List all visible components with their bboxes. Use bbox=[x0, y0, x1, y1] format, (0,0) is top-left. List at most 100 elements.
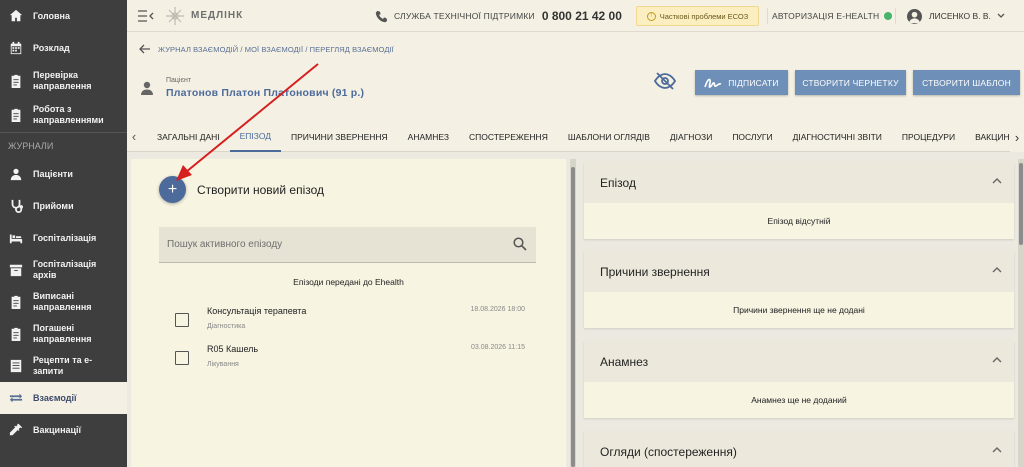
card-title: Причини звернення bbox=[600, 264, 710, 279]
tab-procedures[interactable]: ПРОЦЕДУРИ bbox=[892, 122, 965, 152]
card-header[interactable]: Огляди (спостереження) bbox=[584, 431, 1014, 467]
sidebar-item-referrals-work[interactable]: Робота з направленнями bbox=[0, 98, 127, 132]
eye-off-icon[interactable] bbox=[654, 72, 676, 90]
card-observations: Огляди (спостереження) bbox=[584, 431, 1014, 467]
warning-icon: ! bbox=[646, 11, 656, 21]
episode-checkbox[interactable] bbox=[175, 351, 189, 365]
sidebar-item-label: Прийоми bbox=[33, 200, 74, 211]
sidebar-item-appointments[interactable]: Прийоми bbox=[0, 190, 127, 222]
chevron-up-icon[interactable] bbox=[992, 356, 1002, 364]
ehealth-label: АВТОРИЗАЦІЯ E-HEALTH bbox=[772, 11, 880, 21]
sidebar-item-label: Розклад bbox=[33, 42, 70, 53]
sidebar-item-vaccinations[interactable]: Вакцинації bbox=[0, 414, 127, 446]
bed-icon bbox=[8, 230, 24, 246]
sidebar-item-label: Виписані направлення bbox=[33, 291, 92, 312]
sidebar-item-label: Головна bbox=[33, 10, 70, 21]
tab-anamnesis[interactable]: АНАМНЕЗ bbox=[398, 122, 459, 152]
create-episode-label[interactable]: Створити новий епізод bbox=[197, 183, 324, 197]
clipboard-icon bbox=[8, 294, 24, 310]
sidebar-item-label: Взаємодії bbox=[33, 392, 77, 403]
episode-type: Діагностика bbox=[207, 323, 246, 330]
logo-mark-icon bbox=[166, 6, 184, 25]
breadcrumb[interactable]: ЖУРНАЛ ВЗАЄМОДІЙ / МОЇ ВЗАЄМОДІЇ / ПЕРЕГ… bbox=[139, 44, 394, 54]
sidebar: Головна Розклад Перевірка направлення Ро… bbox=[0, 0, 127, 467]
breadcrumb-text[interactable]: ЖУРНАЛ ВЗАЄМОДІЙ / МОЇ ВЗАЄМОДІЇ / ПЕРЕГ… bbox=[158, 45, 394, 54]
sidebar-item-label: Госпіталізація архів bbox=[33, 259, 97, 280]
episode-date: 18.08.2026 18:00 bbox=[470, 306, 526, 313]
episode-row[interactable]: R05 Кашель Лікування 03.08.2026 11:15 bbox=[175, 344, 530, 378]
sidebar-item-hospitalization[interactable]: Госпіталізація bbox=[0, 222, 127, 254]
sidebar-item-redeemed-referrals[interactable]: Погашені направлення bbox=[0, 318, 127, 350]
sidebar-item-home[interactable]: Головна bbox=[0, 0, 127, 32]
patient-name[interactable]: Платонов Платон Платонович (91 р.) bbox=[166, 87, 364, 99]
chevron-up-icon[interactable] bbox=[992, 446, 1002, 454]
sidebar-item-label: Вакцинації bbox=[33, 424, 82, 435]
calendar-icon bbox=[8, 40, 24, 56]
chevron-right-icon[interactable]: › bbox=[1010, 122, 1024, 152]
logo[interactable]: МЕДЛІНК bbox=[164, 5, 243, 27]
person-icon bbox=[8, 166, 24, 182]
page-header: ЖУРНАЛ ВЗАЄМОДІЙ / МОЇ ВЗАЄМОДІЇ / ПЕРЕГ… bbox=[127, 32, 1024, 122]
chevron-left-icon[interactable]: ‹ bbox=[127, 129, 141, 144]
logo-text: МЕДЛІНК bbox=[191, 10, 244, 21]
episode-row[interactable]: Консультація терапевта Діагностика 18.08… bbox=[175, 306, 530, 340]
phone-icon bbox=[375, 10, 388, 22]
add-episode-button[interactable]: + bbox=[159, 176, 186, 203]
sidebar-item-label: Перевірка направлення bbox=[33, 70, 92, 91]
sidebar-item-label: Рецепти та е-запити bbox=[33, 355, 93, 376]
card-header[interactable]: Епізод bbox=[584, 162, 1014, 203]
card-body: Анамнез ще не доданий bbox=[751, 395, 847, 405]
clipboard-icon bbox=[8, 107, 24, 123]
sidebar-item-patients[interactable]: Пацієнти bbox=[0, 158, 127, 190]
support-label: СЛУЖБА ТЕХНІЧНОЇ ПІДТРИМКИ bbox=[394, 11, 535, 21]
right-panel-scrollbar[interactable] bbox=[1018, 159, 1024, 467]
user-menu[interactable]: ЛИСЕНКО В. В. bbox=[907, 0, 1005, 32]
esoz-warning-badge[interactable]: ! Часткові проблеми ЕСОЗ bbox=[636, 6, 759, 26]
card-title: Епізод bbox=[600, 175, 636, 190]
episode-checkbox[interactable] bbox=[175, 313, 189, 327]
sidebar-item-label: Пацієнти bbox=[33, 168, 73, 179]
sidebar-section-journals: ЖУРНАЛИ bbox=[0, 132, 127, 158]
tab-diagnostic-reports[interactable]: ДІАГНОСТИЧНІ ЗВІТИ bbox=[783, 122, 892, 152]
card-header[interactable]: Анамнез bbox=[584, 341, 1014, 382]
card-header[interactable]: Причини звернення bbox=[584, 251, 1014, 292]
search-icon[interactable] bbox=[513, 237, 527, 251]
menu-collapse-icon[interactable] bbox=[138, 9, 156, 22]
support-phone: 0 800 21 42 00 bbox=[541, 9, 622, 23]
tab-exam-templates[interactable]: ШАБЛОНИ ОГЛЯДІВ bbox=[558, 122, 660, 152]
sign-button[interactable]: ПІДПИСАТИ bbox=[695, 70, 788, 95]
episode-type: Лікування bbox=[207, 361, 239, 368]
sidebar-item-referral-check[interactable]: Перевірка направлення bbox=[0, 64, 127, 98]
sidebar-item-issued-referrals[interactable]: Виписані направлення bbox=[0, 286, 127, 318]
card-reasons: Причини звернення Причини звернення ще н… bbox=[584, 251, 1014, 328]
sidebar-item-schedule[interactable]: Розклад bbox=[0, 32, 127, 64]
tab-reasons[interactable]: ПРИЧИНИ ЗВЕРНЕННЯ bbox=[281, 122, 398, 152]
stethoscope-icon bbox=[8, 198, 24, 214]
avatar bbox=[907, 8, 922, 24]
episode-title: R05 Кашель bbox=[207, 344, 259, 354]
episode-search-input[interactable] bbox=[159, 227, 536, 263]
card-body: Причини звернення ще не додані bbox=[733, 305, 865, 315]
card-anamnesis: Анамнез Анамнез ще не доданий bbox=[584, 341, 1014, 418]
create-draft-button[interactable]: СТВОРИТИ ЧЕРНЕТКУ bbox=[795, 70, 906, 95]
ehealth-auth-status[interactable]: АВТОРИЗАЦІЯ E-HEALTH bbox=[772, 0, 893, 32]
tab-general[interactable]: ЗАГАЛЬНІ ДАНІ bbox=[141, 122, 230, 152]
arrow-left-icon[interactable] bbox=[139, 44, 151, 54]
support-info: СЛУЖБА ТЕХНІЧНОЇ ПІДТРИМКИ 0 800 21 42 0… bbox=[375, 0, 622, 32]
sidebar-item-interactions[interactable]: Взаємодії bbox=[0, 382, 127, 414]
sign-button-label: ПІДПИСАТИ bbox=[728, 77, 779, 88]
tab-episode[interactable]: ЕПІЗОД bbox=[229, 122, 282, 152]
episode-panel: + Створити новий епізод Епізоди передані… bbox=[131, 159, 566, 467]
tab-observations[interactable]: СПОСТЕРЕЖЕННЯ bbox=[459, 122, 558, 152]
sidebar-item-hospitalization-archive[interactable]: Госпіталізація архів bbox=[0, 254, 127, 286]
archive-icon bbox=[8, 262, 24, 278]
episode-date: 03.08.2026 11:15 bbox=[471, 344, 525, 351]
tab-diagnoses[interactable]: ДІАГНОЗИ bbox=[660, 122, 722, 152]
sidebar-item-prescriptions[interactable]: Рецепти та е-запити bbox=[0, 350, 127, 382]
swap-icon bbox=[8, 390, 24, 406]
tab-services[interactable]: ПОСЛУГИ bbox=[722, 122, 782, 152]
create-template-button[interactable]: СТВОРИТИ ШАБЛОН bbox=[913, 70, 1020, 95]
left-panel-scrollbar[interactable] bbox=[570, 159, 576, 467]
chevron-up-icon[interactable] bbox=[992, 266, 1002, 274]
chevron-up-icon[interactable] bbox=[992, 177, 1002, 185]
